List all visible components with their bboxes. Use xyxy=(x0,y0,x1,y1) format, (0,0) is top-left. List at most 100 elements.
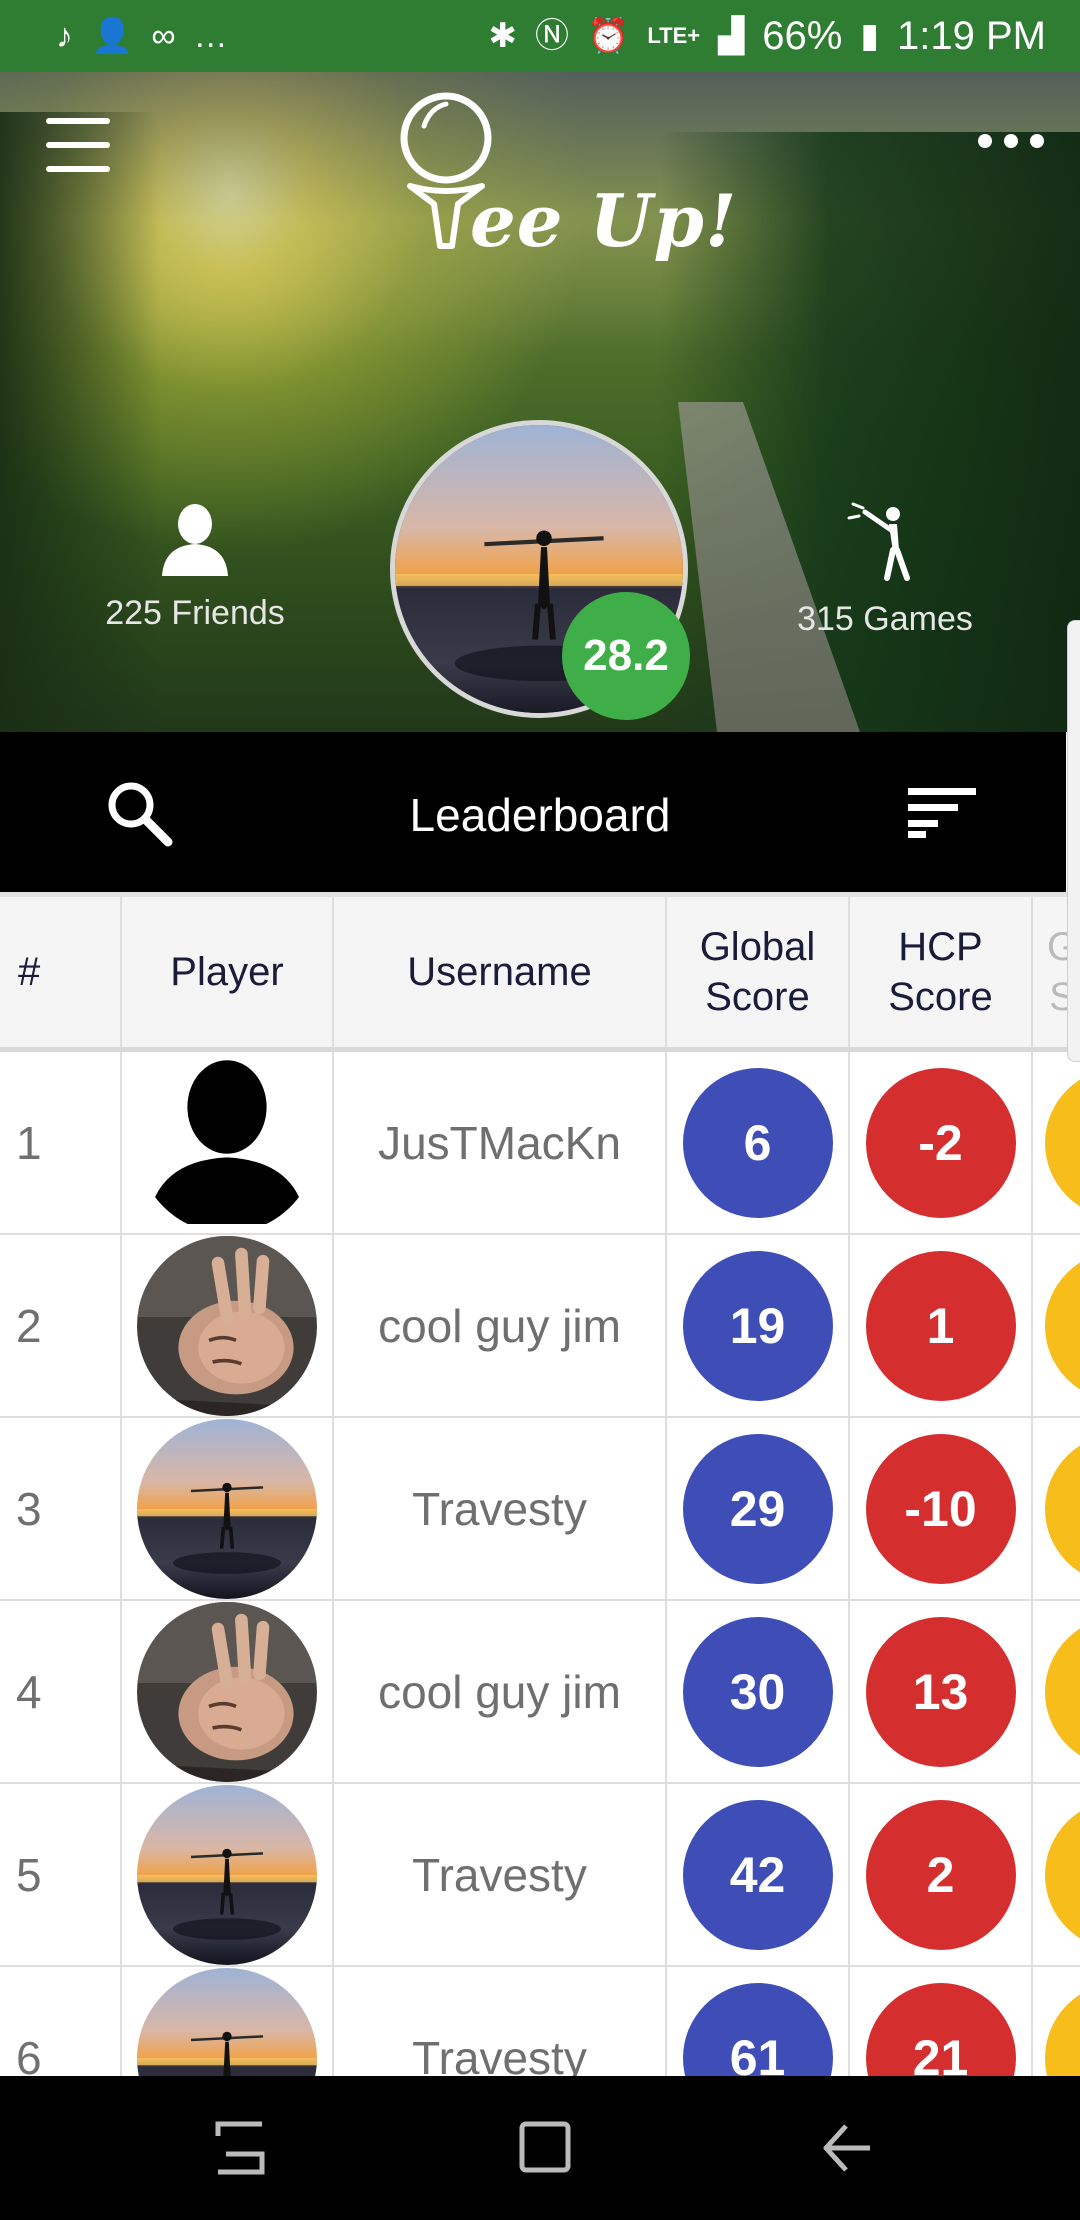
avatar xyxy=(137,1236,317,1416)
player-avatar-cell xyxy=(122,1784,334,1965)
profile-score-badge: 28.2 xyxy=(562,592,690,720)
table-row[interactable]: 3 Travesty 29 -10 xyxy=(0,1418,1080,1601)
hcp-score-badge: 21 xyxy=(865,1982,1016,2076)
voicemail-icon: ∞ xyxy=(151,17,176,55)
table-row[interactable]: 5 Travesty 42 2 xyxy=(0,1784,1080,1967)
rank-cell: 4 xyxy=(0,1601,122,1782)
partial-score-badge xyxy=(1045,1250,1080,1401)
back-icon[interactable] xyxy=(820,2118,876,2183)
column-header-player[interactable]: Player xyxy=(122,897,334,1047)
sort-icon[interactable] xyxy=(908,788,978,843)
rank-cell: 2 xyxy=(0,1235,122,1416)
status-bar: ♪ 👤 ∞ … ✱ Ⓝ ⏰ LTE+ ▟ 66% ▮ 1:19 PM xyxy=(0,0,1080,72)
signal-icon: ▟ xyxy=(718,17,745,55)
games-count: 315 Games xyxy=(797,600,973,638)
partial-score-badge xyxy=(1045,1433,1080,1584)
hcp-score-badge: 1 xyxy=(865,1250,1016,1401)
player-avatar-cell xyxy=(122,1601,334,1782)
more-notifications-icon: … xyxy=(193,17,228,55)
partial-score-cell xyxy=(1033,1784,1080,1965)
system-navigation-bar xyxy=(0,2076,1080,2220)
column-header-global-score[interactable]: Global Score xyxy=(667,897,850,1047)
partial-score-badge xyxy=(1045,1067,1080,1218)
home-icon[interactable] xyxy=(518,2118,574,2183)
hcp-score-badge: -2 xyxy=(865,1067,1016,1218)
partial-score-badge xyxy=(1045,1799,1080,1950)
hcp-score-cell: -2 xyxy=(850,1052,1033,1233)
network-type: LTE+ xyxy=(647,23,701,48)
bluetooth-icon: ✱ xyxy=(488,17,517,55)
hero-background-trees-left xyxy=(0,112,160,732)
partial-score-cell xyxy=(1033,1967,1080,2076)
status-left-icons: ♪ 👤 ∞ … xyxy=(56,19,228,53)
table-body: 1 JusTMacKn 6 -2 2 cool guy jim 19 1 3 T… xyxy=(0,1052,1080,2076)
table-row[interactable]: 4 cool guy jim 30 13 xyxy=(0,1601,1080,1784)
global-score-cell: 29 xyxy=(667,1418,850,1599)
nfc-icon: Ⓝ xyxy=(534,17,569,55)
status-right-icons: ✱ Ⓝ ⏰ LTE+ ▟ 66% ▮ 1:19 PM xyxy=(488,14,1046,59)
profile-header: ee Up! 225 Friends 28.2 315 Games xyxy=(0,72,1080,732)
global-score-cell: 6 xyxy=(667,1052,850,1233)
global-score-badge: 42 xyxy=(682,1799,833,1950)
hcp-score-badge: 2 xyxy=(865,1799,1016,1950)
rank-cell: 3 xyxy=(0,1418,122,1599)
table-header: # Player Username Global Score HCP Score… xyxy=(0,892,1080,1052)
table-row[interactable]: 6 Travesty 61 21 xyxy=(0,1967,1080,2076)
rank-cell: 1 xyxy=(0,1052,122,1233)
hcp-score-cell: 2 xyxy=(850,1784,1033,1965)
player-avatar-cell xyxy=(122,1052,334,1233)
global-score-badge: 6 xyxy=(682,1067,833,1218)
music-notification-icon: ♪ xyxy=(56,17,73,55)
hamburger-menu-icon[interactable] xyxy=(46,118,110,172)
username-cell: cool guy jim xyxy=(334,1601,667,1782)
alarm-icon: ⏰ xyxy=(586,17,630,55)
player-avatar-cell xyxy=(122,1418,334,1599)
table-row[interactable]: 2 cool guy jim 19 1 xyxy=(0,1235,1080,1418)
friends-count: 225 Friends xyxy=(105,594,285,632)
rank-cell: 6 xyxy=(0,1967,122,2076)
leaderboard-toolbar: Leaderboard xyxy=(0,732,1066,892)
global-score-badge: 29 xyxy=(682,1433,833,1584)
partial-score-cell xyxy=(1033,1601,1080,1782)
username-cell: cool guy jim xyxy=(334,1235,667,1416)
hcp-score-cell: 13 xyxy=(850,1601,1033,1782)
hcp-score-badge: 13 xyxy=(865,1616,1016,1767)
app-logo-text: ee Up! xyxy=(470,178,738,263)
battery-icon: ▮ xyxy=(860,17,880,55)
avatar xyxy=(137,1602,317,1782)
column-header-username[interactable]: Username xyxy=(334,897,667,1047)
username-cell: Travesty xyxy=(334,1784,667,1965)
global-score-badge: 30 xyxy=(682,1616,833,1767)
battery-percent: 66% xyxy=(762,13,843,58)
hcp-score-cell: -10 xyxy=(850,1418,1033,1599)
global-score-cell: 30 xyxy=(667,1601,850,1782)
recent-apps-icon[interactable] xyxy=(212,2118,268,2183)
friends-stat[interactable]: 225 Friends xyxy=(45,502,345,633)
partial-score-cell xyxy=(1033,1052,1080,1233)
column-header-hcp-score[interactable]: HCP Score xyxy=(850,897,1033,1047)
edge-panel-handle[interactable] xyxy=(1067,620,1080,1062)
more-options-icon[interactable] xyxy=(978,134,1044,148)
global-score-cell: 19 xyxy=(667,1235,850,1416)
person-icon xyxy=(45,502,345,576)
global-score-badge: 19 xyxy=(682,1250,833,1401)
clock: 1:19 PM xyxy=(897,13,1046,58)
avatar xyxy=(137,1419,317,1599)
avatar xyxy=(137,1053,317,1233)
games-stat[interactable]: 315 Games xyxy=(735,502,1035,639)
global-score-cell: 42 xyxy=(667,1784,850,1965)
column-header-rank[interactable]: # xyxy=(0,897,122,1047)
username-cell: Travesty xyxy=(334,1418,667,1599)
avatar xyxy=(137,1785,317,1965)
global-score-badge: 61 xyxy=(682,1982,833,2076)
player-avatar-cell xyxy=(122,1967,334,2076)
rank-cell: 5 xyxy=(0,1784,122,1965)
username-cell: Travesty xyxy=(334,1967,667,2076)
avatar xyxy=(137,1968,317,2077)
table-row[interactable]: 1 JusTMacKn 6 -2 xyxy=(0,1052,1080,1235)
partial-score-cell xyxy=(1033,1418,1080,1599)
partial-score-cell xyxy=(1033,1235,1080,1416)
username-cell: JusTMacKn xyxy=(334,1052,667,1233)
leaderboard-table: # Player Username Global Score HCP Score… xyxy=(0,892,1080,2076)
hcp-score-cell: 1 xyxy=(850,1235,1033,1416)
